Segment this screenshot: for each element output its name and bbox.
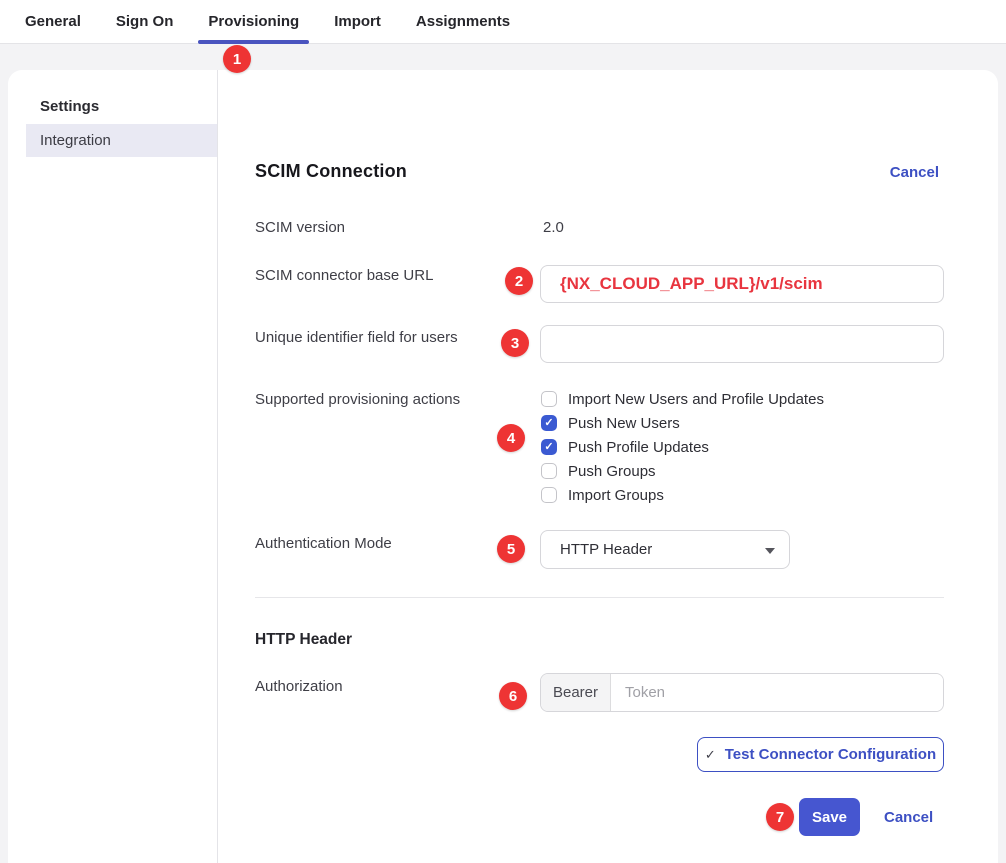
step-badge-5: 5 xyxy=(497,535,525,563)
cancel-button-bottom[interactable]: Cancel xyxy=(884,809,933,826)
bearer-prefix: Bearer xyxy=(541,674,611,711)
step-badge-4: 4 xyxy=(497,424,525,452)
action-import-groups-row[interactable]: Import Groups xyxy=(541,483,664,507)
section-divider xyxy=(255,597,944,598)
base-url-label: SCIM connector base URL xyxy=(255,267,433,284)
http-header-section-title: HTTP Header xyxy=(255,631,352,649)
checkbox-icon[interactable] xyxy=(541,487,557,503)
action-push-profile-updates-row[interactable]: Push Profile Updates xyxy=(541,435,709,459)
action-push-new-users-row[interactable]: Push New Users xyxy=(541,411,680,435)
action-push-groups-row[interactable]: Push Groups xyxy=(541,459,656,483)
tab-general[interactable]: General xyxy=(15,0,91,43)
scim-version-label: SCIM version xyxy=(255,219,345,236)
settings-sidebar: Settings Integration xyxy=(8,70,218,863)
scim-version-value: 2.0 xyxy=(543,219,564,236)
checkbox-icon[interactable] xyxy=(541,439,557,455)
authorization-input-group: Bearer xyxy=(540,673,944,712)
save-button[interactable]: Save xyxy=(799,798,860,836)
sidebar-item-integration[interactable]: Integration xyxy=(26,124,217,157)
authorization-label: Authorization xyxy=(255,678,343,695)
token-input[interactable] xyxy=(611,674,943,711)
tab-import[interactable]: Import xyxy=(324,0,391,43)
checkbox-label: Import New Users and Profile Updates xyxy=(568,391,824,408)
test-connector-button[interactable]: ✓ Test Connector Configuration xyxy=(697,737,944,772)
checkbox-icon[interactable] xyxy=(541,391,557,407)
base-url-input[interactable] xyxy=(540,265,944,303)
step-badge-3: 3 xyxy=(501,329,529,357)
provisioning-actions-label: Supported provisioning actions xyxy=(255,391,460,408)
auth-mode-label: Authentication Mode xyxy=(255,535,392,552)
action-import-users-row[interactable]: Import New Users and Profile Updates xyxy=(541,387,824,411)
page-title: SCIM Connection xyxy=(255,161,407,182)
checkbox-label: Push New Users xyxy=(568,415,680,432)
sidebar-header-settings: Settings xyxy=(40,98,99,115)
step-badge-7: 7 xyxy=(766,803,794,831)
tab-sign-on[interactable]: Sign On xyxy=(106,0,184,43)
auth-mode-select[interactable]: HTTP Header xyxy=(540,530,790,569)
unique-identifier-input[interactable] xyxy=(540,325,944,363)
checkbox-label: Push Groups xyxy=(568,463,656,480)
step-badge-2: 2 xyxy=(505,267,533,295)
app-tab-bar: General Sign On Provisioning Import Assi… xyxy=(0,0,1006,44)
test-connector-label: Test Connector Configuration xyxy=(725,746,936,763)
check-icon: ✓ xyxy=(705,748,716,761)
tab-provisioning[interactable]: Provisioning xyxy=(198,0,309,43)
tab-assignments[interactable]: Assignments xyxy=(406,0,520,43)
checkbox-icon[interactable] xyxy=(541,415,557,431)
settings-card: Settings Integration SCIM Connection Can… xyxy=(8,70,998,863)
sidebar-item-label: Integration xyxy=(40,132,111,149)
auth-mode-selected-value: HTTP Header xyxy=(560,541,652,558)
checkbox-icon[interactable] xyxy=(541,463,557,479)
checkbox-label: Import Groups xyxy=(568,487,664,504)
checkbox-label: Push Profile Updates xyxy=(568,439,709,456)
step-badge-1: 1 xyxy=(223,45,251,73)
cancel-link-top[interactable]: Cancel xyxy=(890,164,939,181)
chevron-down-icon xyxy=(765,548,775,554)
step-badge-6: 6 xyxy=(499,682,527,710)
scim-connection-form: SCIM Connection Cancel SCIM version 2.0 … xyxy=(255,70,944,863)
unique-identifier-label: Unique identifier field for users xyxy=(255,329,458,346)
